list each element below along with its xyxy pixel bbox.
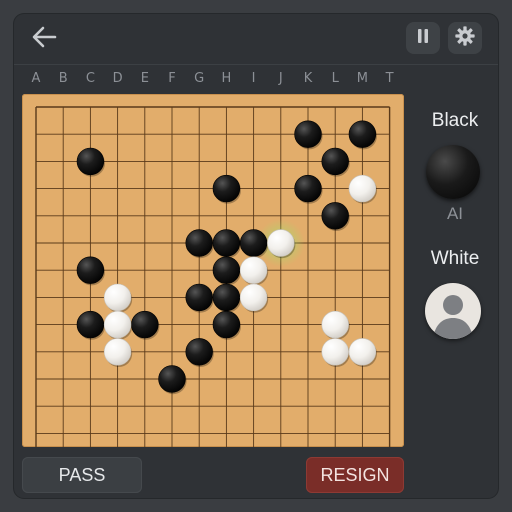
board-canvas[interactable] bbox=[22, 94, 404, 447]
black-stone[interactable] bbox=[321, 147, 349, 176]
column-label: C bbox=[85, 71, 95, 86]
black-stone[interactable] bbox=[212, 256, 241, 284]
black-stone[interactable] bbox=[212, 174, 241, 203]
column-label: G bbox=[194, 71, 205, 86]
arrow-left-icon bbox=[30, 25, 58, 53]
black-stone[interactable] bbox=[185, 338, 213, 366]
black-player-name: Black bbox=[431, 110, 479, 131]
black-stone[interactable] bbox=[212, 310, 241, 339]
white-stone[interactable] bbox=[267, 229, 295, 257]
column-label: T bbox=[385, 71, 394, 86]
black-stone-icon bbox=[426, 145, 480, 199]
back-button[interactable] bbox=[28, 24, 60, 54]
white-stone[interactable] bbox=[103, 310, 132, 339]
black-stone[interactable] bbox=[294, 120, 322, 148]
settings-button[interactable] bbox=[448, 22, 482, 54]
pause-icon bbox=[415, 27, 431, 49]
game-panel: A B C D E F G H I J K L M T Black AI White PASS RESIG… bbox=[14, 14, 498, 498]
black-stone[interactable] bbox=[348, 120, 377, 148]
go-board[interactable] bbox=[22, 94, 404, 447]
white-stone[interactable] bbox=[103, 338, 132, 366]
white-stone[interactable] bbox=[321, 310, 349, 339]
black-stone[interactable] bbox=[158, 365, 186, 393]
white-stone[interactable] bbox=[239, 283, 268, 312]
column-label: D bbox=[112, 71, 123, 86]
white-player-name: White bbox=[430, 248, 480, 269]
black-stone[interactable] bbox=[76, 147, 105, 176]
black-stone[interactable] bbox=[185, 229, 213, 257]
black-stone[interactable] bbox=[76, 310, 105, 339]
column-label: L bbox=[331, 71, 339, 86]
pause-button[interactable] bbox=[406, 22, 440, 54]
gear-icon bbox=[454, 25, 476, 51]
pass-button[interactable]: PASS bbox=[22, 457, 142, 493]
black-player-type: AI bbox=[446, 204, 464, 223]
black-stone[interactable] bbox=[294, 174, 322, 203]
white-stone[interactable] bbox=[321, 338, 349, 366]
black-stone[interactable] bbox=[212, 229, 241, 257]
black-stone[interactable] bbox=[239, 229, 268, 257]
black-stone[interactable] bbox=[212, 283, 241, 312]
black-stone[interactable] bbox=[321, 202, 349, 230]
white-stone[interactable] bbox=[103, 283, 132, 312]
column-labels: ABCDEFGHIJKLMT bbox=[14, 71, 498, 91]
column-label: B bbox=[58, 71, 68, 86]
white-stone[interactable] bbox=[348, 174, 377, 203]
column-label: H bbox=[221, 71, 232, 86]
column-label: I bbox=[251, 71, 256, 86]
white-stone[interactable] bbox=[348, 338, 377, 366]
column-label: M bbox=[356, 71, 368, 86]
white-stone[interactable] bbox=[239, 256, 268, 284]
column-label: K bbox=[303, 71, 313, 86]
column-label: J bbox=[278, 71, 283, 86]
resign-button[interactable]: RESIGN bbox=[306, 457, 404, 493]
column-label: A bbox=[31, 71, 41, 86]
black-stone[interactable] bbox=[131, 310, 159, 339]
black-stone[interactable] bbox=[76, 256, 105, 284]
black-stone[interactable] bbox=[185, 283, 213, 312]
column-label: E bbox=[140, 71, 149, 86]
column-label: F bbox=[168, 71, 176, 86]
top-bar bbox=[14, 14, 498, 65]
user-avatar-icon bbox=[425, 283, 481, 339]
